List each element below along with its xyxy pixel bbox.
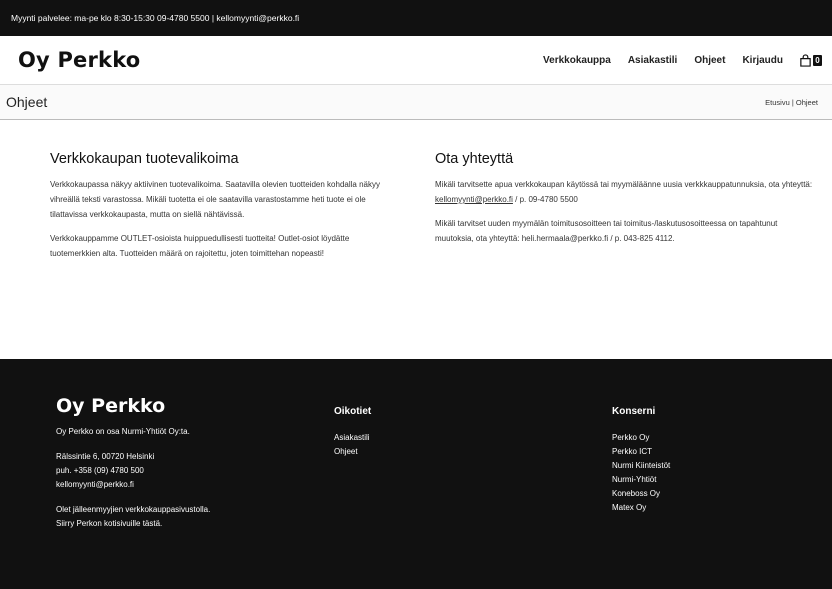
nav-verkkokauppa[interactable]: Verkkokauppa <box>543 55 611 66</box>
site-logo[interactable]: Oy Perkko <box>18 48 140 72</box>
contact-section: Ota yhteyttä Mikäli tarvitsette apua ver… <box>435 152 815 359</box>
nav-ohjeet[interactable]: Ohjeet <box>694 55 725 66</box>
site-header: Oy Perkko Verkkokauppa Asiakastili Ohjee… <box>0 36 832 84</box>
footer-link-asiakastili[interactable]: Asiakastili <box>334 431 612 445</box>
contact-heading: Ota yhteyttä <box>435 151 514 167</box>
page-title: Ohjeet <box>6 94 48 110</box>
contact-email-link[interactable]: kellomyynti@perkko.fi <box>435 195 513 204</box>
product-range-text-1: Verkkokaupassa näkyy aktiivinen tuoteval… <box>50 180 380 219</box>
footer-group-list: Perkko Oy Perkko ICT Nurmi Kiinteistöt N… <box>612 431 670 515</box>
shopping-bag-icon <box>800 53 811 67</box>
breadcrumb-home[interactable]: Etusivu <box>765 98 790 107</box>
footer-link-matex[interactable]: Matex Oy <box>612 501 670 515</box>
footer-group: Konserni Perkko Oy Perkko ICT Nurmi Kiin… <box>612 399 670 589</box>
footer-link-perkko-ict[interactable]: Perkko ICT <box>612 445 670 459</box>
site-footer: Oy Perkko Oy Perkko on osa Nurmi-Yhtiöt … <box>0 359 832 589</box>
cart-button[interactable]: 0 <box>799 53 822 67</box>
footer-address: Rälssintie 6, 00720 Helsinki <box>56 452 155 461</box>
footer-group-heading: Konserni <box>612 406 656 417</box>
footer-shortcuts: Oikotiet Asiakastili Ohjeet <box>334 399 612 589</box>
cart-count-badge: 0 <box>813 54 822 66</box>
footer-email[interactable]: kellomyynti@perkko.fi <box>56 480 134 489</box>
footer-link-perkko-oy[interactable]: Perkko Oy <box>612 431 670 445</box>
product-range-heading: Verkkokaupan tuotevalikoima <box>50 151 239 167</box>
footer-phone: puh. +358 (09) 4780 500 <box>56 466 144 475</box>
main-content: Verkkokaupan tuotevalikoima Verkkokaupas… <box>0 120 832 359</box>
contact-text-1-intro: Mikäli tarvitsette apua verkkokaupan käy… <box>435 180 813 189</box>
contact-text-2: Mikäli tarvitset uuden myymälän toimitus… <box>435 219 778 243</box>
footer-link-nurmi-yhtiot[interactable]: Nurmi-Yhtiöt <box>612 473 670 487</box>
footer-logo[interactable]: Oy Perkko <box>56 397 334 416</box>
nav-kirjaudu[interactable]: Kirjaudu <box>742 55 783 66</box>
breadcrumb: Etusivu | Ohjeet <box>765 98 818 107</box>
main-nav: Verkkokauppa Asiakastili Ohjeet Kirjaudu… <box>526 53 822 67</box>
footer-shortcuts-heading: Oikotiet <box>334 406 372 417</box>
footer-reseller-note[interactable]: Olet jälleenmyyjien verkkokauppasivustol… <box>56 503 226 531</box>
footer-link-ohjeet[interactable]: Ohjeet <box>334 445 612 459</box>
product-range-section: Verkkokaupan tuotevalikoima Verkkokaupas… <box>50 152 390 359</box>
footer-company-info: Oy Perkko Oy Perkko on osa Nurmi-Yhtiöt … <box>56 397 334 589</box>
footer-link-nurmi-kiinteistot[interactable]: Nurmi Kiinteistöt <box>612 459 670 473</box>
top-info-bar: Myynti palvelee: ma-pe klo 8:30-15:30 09… <box>0 0 832 36</box>
breadcrumb-current: Ohjeet <box>795 97 818 107</box>
contact-text-1-phone: / p. 09-4780 5500 <box>512 195 578 204</box>
footer-shortcuts-list: Asiakastili Ohjeet <box>334 431 612 459</box>
page-title-bar: Ohjeet Etusivu | Ohjeet <box>0 84 832 120</box>
footer-about: Oy Perkko on osa Nurmi-Yhtiöt Oy:ta. <box>56 427 190 436</box>
footer-link-koneboss[interactable]: Koneboss Oy <box>612 487 670 501</box>
footer-contact: Rälssintie 6, 00720 Helsinki puh. +358 (… <box>56 450 334 492</box>
product-range-text-2: Verkkokauppamme OUTLET-osioista huippued… <box>50 234 350 258</box>
contact-text-1: Mikäli tarvitsette apua verkkokaupan käy… <box>435 177 815 207</box>
nav-asiakastili[interactable]: Asiakastili <box>628 55 677 66</box>
breadcrumb-separator: | <box>791 97 794 107</box>
contact-info: Myynti palvelee: ma-pe klo 8:30-15:30 09… <box>11 13 300 23</box>
